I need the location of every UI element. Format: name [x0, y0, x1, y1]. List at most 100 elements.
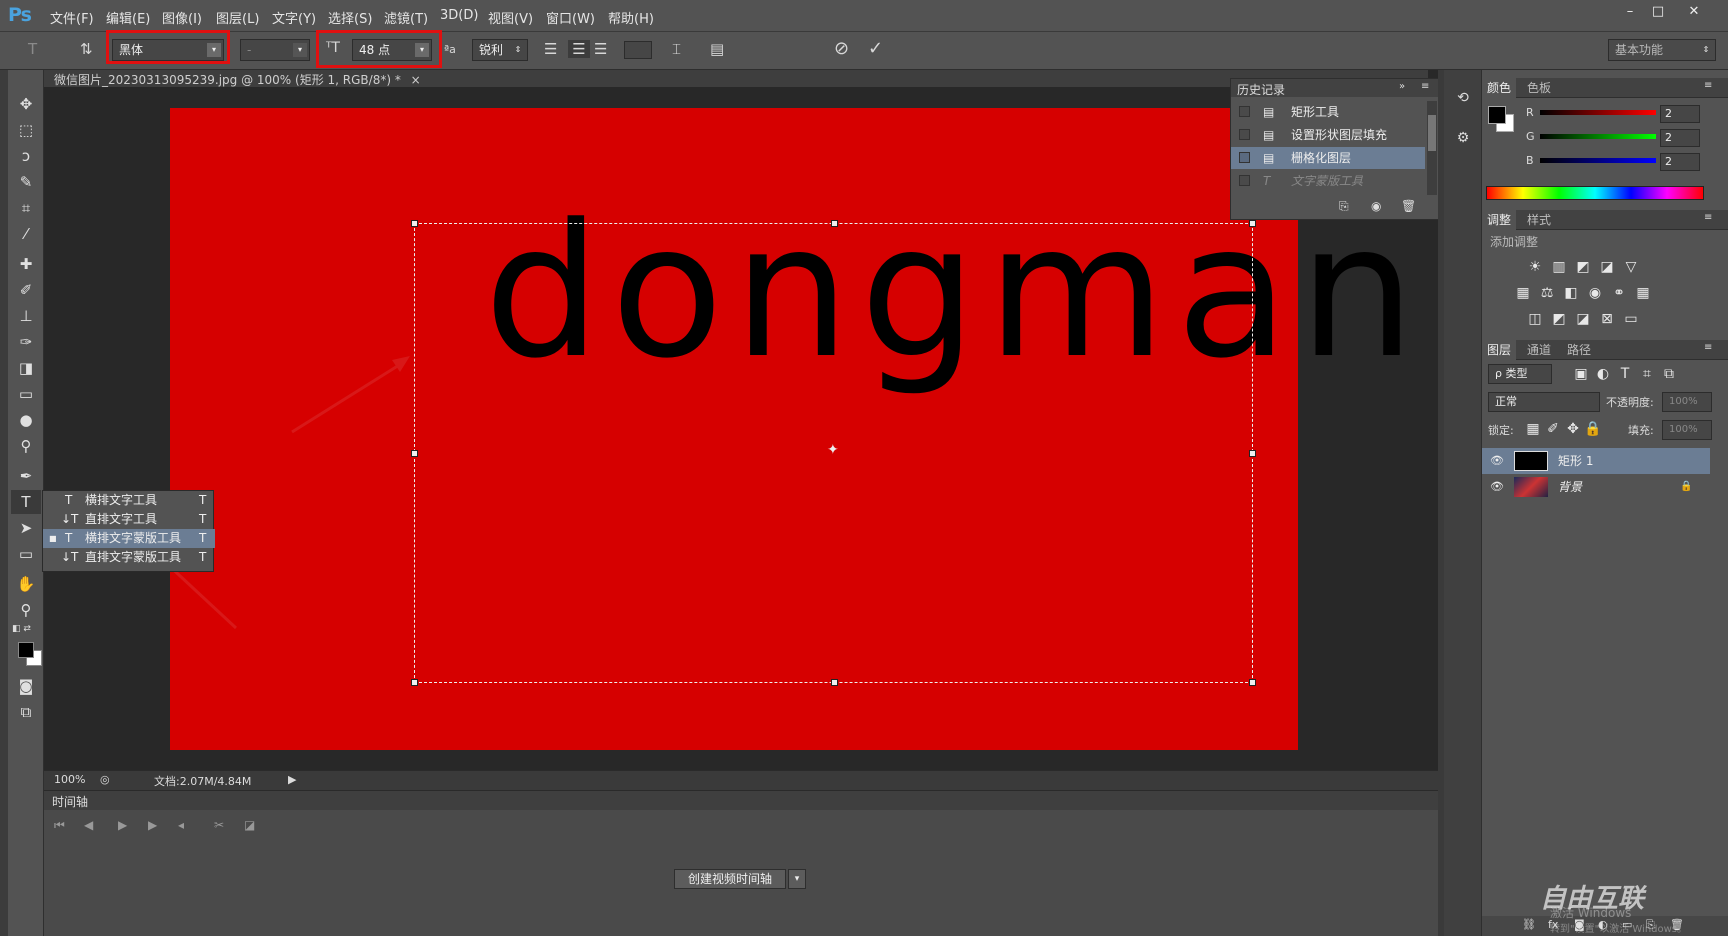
history-item-active[interactable]: ▤ 栅格化图层 — [1231, 147, 1425, 169]
tab-channels[interactable]: 通道 — [1522, 340, 1556, 360]
close-icon[interactable]: × — [411, 73, 421, 87]
menu-view[interactable]: 视图(V) — [488, 8, 533, 27]
lasso-tool-icon[interactable]: ↄ — [11, 144, 41, 168]
filter-shape-icon[interactable]: ⌗ — [1638, 365, 1656, 383]
levels-icon[interactable]: ▥ — [1550, 258, 1568, 276]
fg-color-swatch[interactable] — [1488, 106, 1506, 124]
menu-filter[interactable]: 滤镜(T) — [384, 8, 428, 27]
panel-menu-icon[interactable]: ≡ — [1704, 342, 1712, 353]
tab-adjustments[interactable]: 调整 — [1482, 210, 1517, 230]
eraser-icon[interactable]: ◨ — [11, 356, 41, 380]
filter-pixel-icon[interactable]: ▣ — [1572, 365, 1590, 383]
align-left-icon[interactable]: ☰ — [544, 40, 557, 58]
resize-handle[interactable] — [411, 450, 418, 457]
history-item[interactable]: ▤ 设置形状图层填充 — [1231, 124, 1425, 146]
workspace-select[interactable]: 基本功能 ⇕ — [1608, 39, 1716, 61]
lock-all-icon[interactable]: 🔒 — [1584, 420, 1602, 438]
quick-select-icon[interactable]: ✎ — [11, 170, 41, 194]
properties-panel-icon[interactable]: ⚙ — [1452, 130, 1474, 152]
shape-tool-icon[interactable]: ▭ — [11, 542, 41, 566]
new-document-from-state-icon[interactable]: ⎘ — [1339, 199, 1349, 214]
filter-smart-icon[interactable]: ⧉ — [1660, 365, 1678, 383]
commit-icon[interactable]: ✓ — [868, 38, 883, 59]
create-video-timeline-button[interactable]: 创建视频时间轴 — [674, 869, 786, 889]
prev-frame-icon[interactable]: ◀ — [84, 818, 93, 832]
curves-icon[interactable]: ◩ — [1574, 258, 1592, 276]
selective-color-icon[interactable]: ⊠ — [1598, 310, 1616, 328]
panel-menu-icon[interactable]: ≡ — [1704, 80, 1712, 91]
healing-brush-icon[interactable]: ✚ — [11, 252, 41, 276]
panel-menu-icon[interactable]: ≡ — [1704, 212, 1712, 223]
quick-mask-icon[interactable]: ◙ — [11, 674, 41, 698]
type-tool-icon[interactable]: T — [11, 490, 41, 514]
align-center-icon[interactable]: ☰ — [568, 40, 590, 58]
default-colors-icon[interactable]: ◧ ⇄ — [12, 624, 31, 634]
gradient-tool-icon[interactable]: ▭ — [11, 382, 41, 406]
threshold-icon[interactable]: ◪ — [1574, 310, 1592, 328]
menu-select[interactable]: 选择(S) — [328, 8, 372, 27]
menu-item-vertical-type[interactable]: ↓T 直排文字工具 T — [43, 510, 215, 529]
next-frame-icon[interactable]: ▶ — [148, 818, 157, 832]
status-menu-arrow-icon[interactable]: ▶ — [288, 773, 296, 786]
color-lookup-icon[interactable]: ▦ — [1634, 284, 1652, 302]
stamp-tool-icon[interactable]: ⊥ — [11, 304, 41, 328]
r-slider[interactable] — [1540, 110, 1656, 115]
filter-type-icon[interactable]: T — [1616, 365, 1634, 383]
channel-mixer-icon[interactable]: ⚭ — [1610, 284, 1628, 302]
close-button[interactable]: ✕ — [1680, 3, 1708, 21]
document-tab[interactable]: 微信图片_20230313095239.jpg @ 100% (矩形 1, RG… — [54, 71, 421, 88]
history-scrollbar[interactable] — [1427, 101, 1437, 195]
tab-swatches[interactable]: 色板 — [1522, 78, 1556, 98]
split-icon[interactable]: ✂ — [214, 818, 224, 832]
antialias-select[interactable]: 锐利 ⇕ — [472, 39, 528, 61]
tab-layers[interactable]: 图层 — [1482, 340, 1517, 360]
blur-tool-icon[interactable]: ● — [11, 408, 41, 432]
lock-transparency-icon[interactable]: ▦ — [1524, 420, 1542, 438]
tool-preset-icon[interactable]: T — [28, 40, 37, 58]
g-slider[interactable] — [1540, 134, 1656, 139]
history-panel-icon[interactable]: ⟲ — [1452, 90, 1474, 112]
resize-handle[interactable] — [1249, 450, 1256, 457]
trash-icon[interactable]: 🗑 — [1401, 199, 1416, 213]
b-value[interactable]: 2 — [1660, 153, 1700, 171]
minimize-button[interactable]: – — [1616, 3, 1644, 21]
g-value[interactable]: 2 — [1660, 129, 1700, 147]
photo-filter-icon[interactable]: ◉ — [1586, 284, 1604, 302]
audio-icon[interactable]: ◂ — [178, 818, 184, 832]
maximize-button[interactable]: □ — [1644, 3, 1672, 21]
zoom-tool-icon[interactable]: ⚲ — [11, 598, 41, 622]
pen-tool-icon[interactable]: ✒ — [11, 464, 41, 488]
lock-pixels-icon[interactable]: ✐ — [1544, 420, 1562, 438]
text-orientation-icon[interactable]: ⇅ — [80, 40, 93, 58]
hue-sat-icon[interactable]: ▦ — [1514, 284, 1532, 302]
font-style-select[interactable]: - ▾ — [240, 39, 310, 61]
resize-handle[interactable] — [1249, 679, 1256, 686]
marquee-tool-icon[interactable]: ⬚ — [11, 118, 41, 142]
vibrance-icon[interactable]: ▽ — [1622, 258, 1640, 276]
menu-item-horizontal-type[interactable]: T 横排文字工具 T — [43, 491, 215, 510]
menu-file[interactable]: 文件(F) — [50, 8, 94, 27]
r-value[interactable]: 2 — [1660, 105, 1700, 123]
b-slider[interactable] — [1540, 158, 1656, 163]
layer-row[interactable]: 👁 背景 🔒 — [1482, 474, 1710, 500]
color-balance-icon[interactable]: ⚖ — [1538, 284, 1556, 302]
link-layers-icon[interactable]: ⛓ — [1522, 918, 1536, 931]
layer-row-selected[interactable]: 👁 矩形 1 — [1482, 448, 1710, 474]
invert-icon[interactable]: ◫ — [1526, 310, 1544, 328]
eye-icon[interactable]: 👁 — [1490, 474, 1504, 500]
posterize-icon[interactable]: ◩ — [1550, 310, 1568, 328]
color-spectrum-bar[interactable] — [1486, 186, 1704, 200]
panel-menu-icon[interactable]: ≡ — [1421, 81, 1429, 92]
foreground-color-swatch[interactable] — [18, 642, 34, 658]
black-white-icon[interactable]: ◧ — [1562, 284, 1580, 302]
resize-handle[interactable] — [1249, 220, 1256, 227]
brightness-icon[interactable]: ☀ — [1526, 258, 1544, 276]
menu-3d[interactable]: 3D(D) — [440, 8, 478, 23]
panel-collapse-icon[interactable]: » — [1399, 81, 1405, 92]
align-right-icon[interactable]: ☰ — [594, 40, 607, 58]
transition-icon[interactable]: ◪ — [244, 818, 255, 832]
screen-mode-icon[interactable]: ⧉ — [11, 700, 41, 724]
resize-handle[interactable] — [411, 679, 418, 686]
exposure-icon[interactable]: ◪ — [1598, 258, 1616, 276]
dodge-tool-icon[interactable]: ⚲ — [11, 434, 41, 458]
